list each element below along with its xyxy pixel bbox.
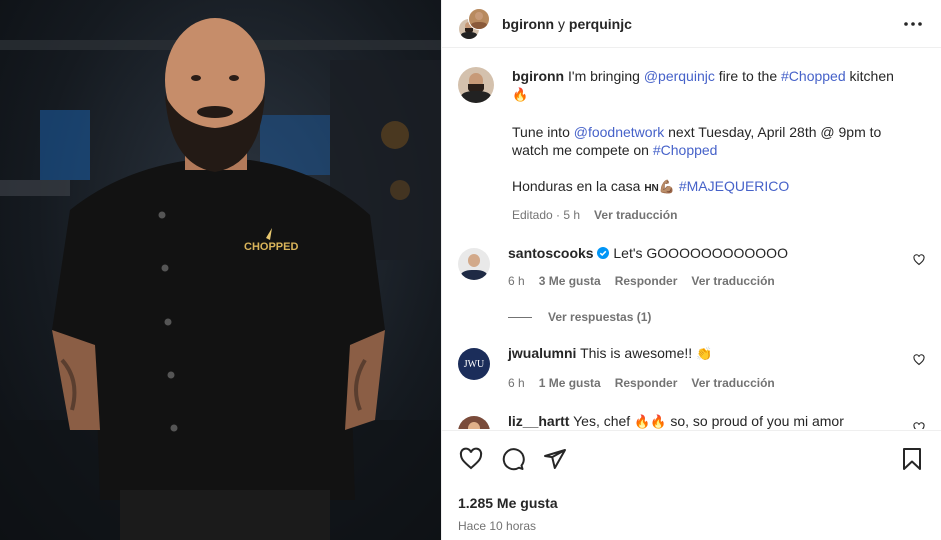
share-button[interactable] bbox=[542, 446, 568, 472]
heart-icon bbox=[459, 447, 483, 470]
chef-photo-illustration: CHOPPED bbox=[0, 18, 441, 540]
post-header: bgironn y perquinjc bbox=[442, 0, 941, 48]
comment-likes[interactable]: 3 Me gusta bbox=[539, 272, 601, 290]
comment-item: JWU jwualumni This is awesome!! 👏 6 h 1 … bbox=[458, 344, 925, 392]
comment-time: 6 h bbox=[508, 376, 525, 390]
comment-like-heart-icon[interactable] bbox=[913, 354, 925, 366]
author-username[interactable]: bgironn bbox=[502, 16, 554, 32]
mention-link[interactable]: @foodnetwork bbox=[574, 124, 664, 140]
post-time: Hace 10 horas bbox=[458, 519, 537, 533]
clap-emoji: 👏 bbox=[696, 347, 713, 362]
comment-text: so, so proud of you mi amor bbox=[670, 413, 844, 429]
translate-link[interactable]: Ver traducción bbox=[691, 374, 774, 392]
comment-body: jwualumni This is awesome!! 👏 6 h 1 Me g… bbox=[508, 344, 925, 392]
comment-time: 6 h bbox=[508, 274, 525, 288]
edited-time: Editado · 5 h bbox=[512, 208, 581, 222]
comment-likes[interactable]: 1 Me gusta bbox=[539, 374, 601, 392]
comment-icon bbox=[502, 448, 525, 471]
reply-button[interactable]: Responder bbox=[615, 374, 678, 392]
comment-username[interactable]: liz__hartt bbox=[508, 413, 569, 429]
comment-body: liz__hartt Yes, chef 🔥🔥 so, so proud of … bbox=[508, 412, 925, 429]
verified-badge-icon bbox=[597, 247, 610, 259]
avatar[interactable] bbox=[458, 416, 490, 429]
authors-connector: y bbox=[558, 15, 565, 32]
save-button[interactable] bbox=[899, 446, 925, 472]
post-photo[interactable]: CHOPPED bbox=[0, 0, 441, 540]
reply-button[interactable]: Responder bbox=[615, 272, 678, 290]
likes-count[interactable]: 1.285 Me gusta bbox=[458, 495, 925, 511]
comment-username[interactable]: jwualumni bbox=[508, 345, 576, 361]
fire-emoji: 🔥🔥 bbox=[634, 415, 667, 429]
comment-meta: 6 h 1 Me gusta Responder Ver traducción bbox=[508, 374, 905, 392]
caption-text-segment: Tune into bbox=[512, 124, 570, 140]
hashtag-link[interactable]: #Chopped bbox=[653, 142, 718, 158]
caption-text-segment: fire to the bbox=[718, 68, 778, 84]
action-icons bbox=[458, 445, 925, 473]
collaborator-username[interactable]: perquinjc bbox=[569, 16, 632, 32]
view-replies-label[interactable]: Ver respuestas (1) bbox=[548, 310, 651, 324]
more-options-button[interactable] bbox=[901, 12, 925, 36]
hashtag-link[interactable]: #Chopped bbox=[781, 68, 846, 84]
caption-author[interactable]: bgironn bbox=[512, 68, 564, 84]
hashtag-link[interactable]: #MAJEQUERICO bbox=[679, 178, 789, 194]
comment-like-heart-icon[interactable] bbox=[913, 422, 925, 429]
comment-text: Yes, chef bbox=[573, 413, 631, 429]
avatar-label: JWU bbox=[463, 358, 485, 370]
comments-section[interactable]: bgironn I'm bringing @perquinjc fire to … bbox=[442, 49, 941, 429]
translate-link[interactable]: Ver traducción bbox=[691, 272, 774, 290]
avatar[interactable] bbox=[458, 67, 494, 103]
flex-emoji: 💪🏽 bbox=[658, 180, 675, 195]
comment-text: This is awesome!! bbox=[580, 345, 693, 361]
bookmark-icon bbox=[903, 448, 921, 470]
caption-text-segment: I'm bringing bbox=[568, 68, 640, 84]
comment-like-heart-icon[interactable] bbox=[913, 254, 925, 266]
post-details-panel: bgironn y perquinjc bgironn I'm bringing bbox=[441, 0, 941, 540]
comment-item: liz__hartt Yes, chef 🔥🔥 so, so proud of … bbox=[458, 412, 925, 429]
translate-link[interactable]: Ver traducción bbox=[594, 206, 677, 224]
caption-meta: Editado · 5 h Ver traducción bbox=[512, 206, 905, 224]
comment-username[interactable]: santoscooks bbox=[508, 245, 594, 261]
comment-meta: 6 h 3 Me gusta Responder Ver traducción bbox=[508, 272, 905, 290]
comment-body: santoscooks Let's GOOOOOOOOOOOO 6 h 3 Me… bbox=[508, 244, 925, 290]
avatar[interactable]: JWU bbox=[458, 348, 490, 380]
fire-emoji: 🔥 bbox=[512, 88, 529, 103]
share-icon bbox=[544, 449, 566, 469]
collab-avatars[interactable] bbox=[458, 7, 490, 40]
mention-link[interactable]: @perquinjc bbox=[644, 68, 715, 84]
post-modal: CHOPPED bgironn y perquinjc bgironn I'm … bbox=[0, 0, 941, 540]
comment-button[interactable] bbox=[500, 446, 526, 472]
replies-divider bbox=[508, 316, 532, 318]
comment-text: Let's GOOOOOOOOOOOO bbox=[613, 245, 788, 261]
caption-text-segment: kitchen bbox=[849, 68, 894, 84]
post-authors: bgironn y perquinjc bbox=[502, 16, 632, 32]
caption-text: bgironn I'm bringing @perquinjc fire to … bbox=[512, 67, 925, 224]
post-actions: 1.285 Me gusta Hace 10 horas bbox=[442, 430, 941, 533]
chopped-logo: CHOPPED bbox=[244, 241, 298, 253]
avatar[interactable] bbox=[458, 248, 490, 280]
comment-item: santoscooks Let's GOOOOOOOOOOOO 6 h 3 Me… bbox=[458, 244, 925, 290]
view-replies-button[interactable]: Ver respuestas (1) bbox=[508, 310, 925, 324]
more-icon bbox=[904, 21, 922, 26]
flag-emoji: HN bbox=[644, 183, 659, 194]
caption-text-segment: Honduras en la casa bbox=[512, 178, 641, 194]
like-button[interactable] bbox=[458, 446, 484, 472]
caption: bgironn I'm bringing @perquinjc fire to … bbox=[458, 67, 925, 224]
avatar[interactable] bbox=[468, 7, 490, 30]
